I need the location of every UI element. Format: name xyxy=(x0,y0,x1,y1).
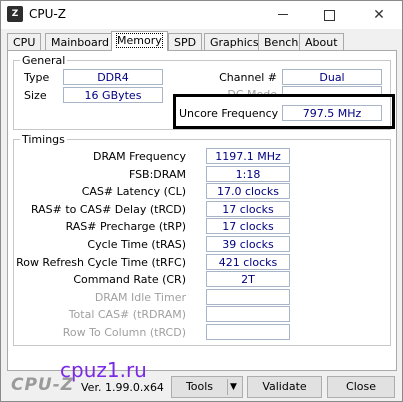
tab-cpu[interactable]: CPU xyxy=(7,33,42,50)
minimize-icon xyxy=(278,14,288,15)
footer-bar: CPU-Z Ver. 1.99.0.x64 Tools ▼ Validate C… xyxy=(1,373,402,401)
maximize-icon xyxy=(324,10,335,21)
tab-mainboard[interactable]: Mainboard xyxy=(45,33,116,50)
row-to-column-label: Row To Column (tRCD) xyxy=(62,326,186,339)
type-label: Type xyxy=(24,71,50,84)
version-text: Ver. 1.99.0.x64 xyxy=(81,381,164,394)
cas-latency-label: CAS# Latency (CL) xyxy=(81,185,186,198)
dropdown-arrow-icon[interactable]: ▼ xyxy=(230,377,237,397)
tools-separator xyxy=(227,379,228,395)
dram-frequency-label: DRAM Frequency xyxy=(92,150,186,163)
tab-graphics[interactable]: Graphics xyxy=(204,33,265,50)
ras-precharge-value: 17 clocks xyxy=(206,218,290,234)
ras-to-cas-value: 17 clocks xyxy=(206,201,290,217)
fsb-dram-value: 1:18 xyxy=(206,166,290,182)
tab-bar: CPU Mainboard Memory SPD Graphics Bench … xyxy=(7,31,397,51)
dram-frequency-value: 1197.1 MHz xyxy=(206,148,290,164)
tab-bench[interactable]: Bench xyxy=(258,33,305,50)
total-cas-label: Total CAS# (tRDRAM) xyxy=(68,308,186,321)
total-cas-value xyxy=(206,306,290,322)
dram-idle-timer-value xyxy=(206,289,290,305)
tab-spd[interactable]: SPD xyxy=(168,33,203,50)
tools-label: Tools xyxy=(185,380,214,393)
ras-precharge-label: RAS# Precharge (tRP) xyxy=(65,220,186,233)
command-rate-label: Command Rate (CR) xyxy=(73,273,186,286)
size-value: 16 GBytes xyxy=(63,87,163,103)
row-refresh-value: 421 clocks xyxy=(206,254,290,270)
cas-latency-value: 17.0 clocks xyxy=(206,183,290,199)
minimize-button[interactable] xyxy=(260,1,306,29)
cpuz-brand-logo: CPU-Z xyxy=(11,375,75,395)
uncore-highlight-box xyxy=(173,94,395,129)
timings-group: Timings DRAM Frequency 1197.1 MHz FSB:DR… xyxy=(13,133,391,346)
row-refresh-label: Row Refresh Cycle Time (tRFC) xyxy=(16,256,186,269)
close-button[interactable]: Close xyxy=(327,376,395,398)
title-bar[interactable]: Z CPU-Z ✕ xyxy=(1,1,402,29)
size-label: Size xyxy=(24,89,47,102)
channel-value: Dual xyxy=(282,69,382,85)
window-title: CPU-Z xyxy=(29,7,66,21)
channel-label: Channel # xyxy=(219,71,277,84)
cpuz-window: Z CPU-Z ✕ CPU Mainboard Memory SPD Graph… xyxy=(0,0,403,402)
tab-about[interactable]: About xyxy=(299,33,344,50)
general-group-title: General xyxy=(20,54,68,67)
fsb-dram-label: FSB:DRAM xyxy=(128,168,186,181)
close-icon: ✕ xyxy=(373,7,385,23)
ras-to-cas-label: RAS# to CAS# Delay (tRCD) xyxy=(30,203,186,216)
command-rate-value: 2T xyxy=(206,271,290,287)
cycle-time-label: Cycle Time (tRAS) xyxy=(87,238,186,251)
cycle-time-value: 39 clocks xyxy=(206,236,290,252)
timings-group-title: Timings xyxy=(20,133,67,146)
row-to-column-value xyxy=(206,324,290,340)
validate-button[interactable]: Validate xyxy=(247,376,322,398)
close-window-button[interactable]: ✕ xyxy=(356,1,402,29)
dram-idle-timer-label: DRAM Idle Timer xyxy=(94,291,186,304)
maximize-button[interactable] xyxy=(306,1,352,29)
tab-memory[interactable]: Memory xyxy=(111,31,168,51)
type-value: DDR4 xyxy=(63,69,163,85)
tools-button[interactable]: Tools ▼ xyxy=(171,376,243,398)
cpuz-app-icon: Z xyxy=(7,6,23,22)
